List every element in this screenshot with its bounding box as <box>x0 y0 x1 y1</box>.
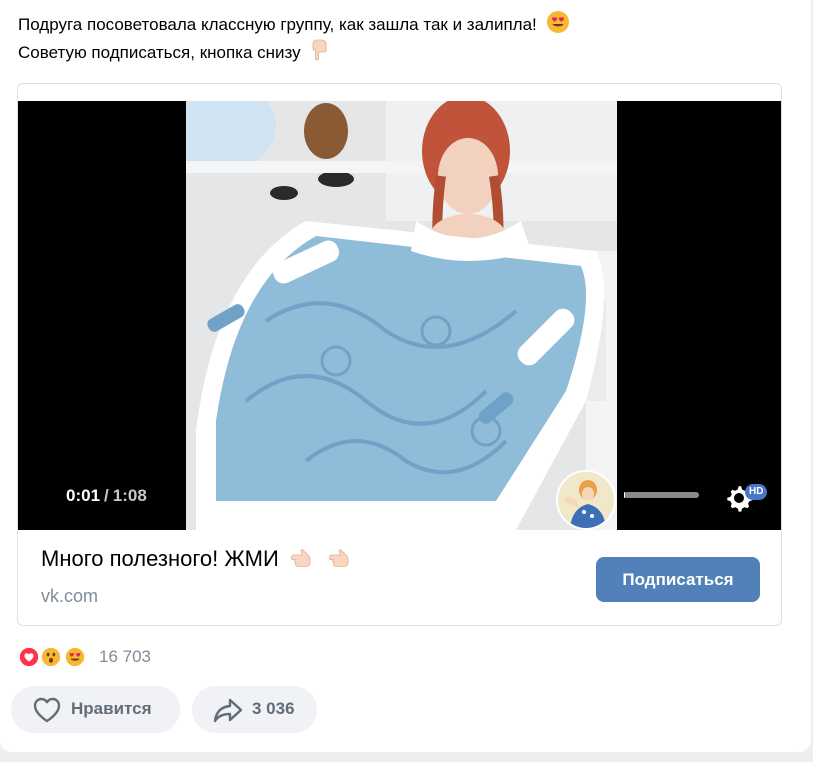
link-card[interactable]: 0:01/1:08 HD Много полезного! ЖМИ vk.com… <box>17 83 782 626</box>
video-duration: 1:08 <box>112 486 147 505</box>
reaction-count[interactable]: 16 703 <box>99 647 151 667</box>
video-timestamp: 0:01/1:08 <box>66 486 147 506</box>
post-card: Подруга посоветовала классную группу, ка… <box>0 0 811 752</box>
video-frame[interactable] <box>186 101 617 530</box>
like-label: Нравится <box>71 699 152 718</box>
video-time-separator: / <box>104 486 109 505</box>
video-progress-bar[interactable] <box>624 492 699 498</box>
video-thumbnail-illustration <box>186 101 617 530</box>
heart-eyes-reaction-icon <box>63 645 87 669</box>
pointing-right-hand-icon <box>290 549 311 567</box>
share-button[interactable]: 3 036 <box>192 686 317 733</box>
channel-avatar[interactable] <box>556 470 616 530</box>
subscribe-button[interactable]: Подписаться <box>596 557 760 602</box>
card-title[interactable]: Много полезного! ЖМИ <box>41 546 355 572</box>
pinup-avatar-icon <box>558 472 614 528</box>
heart-eyes-emoji-icon <box>546 11 569 33</box>
post-text: Подруга посоветовала классную группу, ка… <box>18 10 778 66</box>
heart-outline-icon <box>33 697 61 723</box>
heart-reaction-icon <box>17 645 41 669</box>
share-arrow-icon <box>213 698 243 723</box>
surprised-reaction-icon <box>39 645 63 669</box>
pointing-right-hand-icon-2 <box>329 549 349 567</box>
video-current-time: 0:01 <box>66 486 101 505</box>
post-text-line-1: Подруга посоветовала классную группу, ка… <box>18 10 778 38</box>
video-player[interactable]: 0:01/1:08 HD <box>18 101 781 530</box>
pointing-down-hand-icon <box>313 39 328 61</box>
share-count: 3 036 <box>252 699 295 718</box>
post-text-line-2: Советую подписаться, кнопка снизу <box>18 38 778 66</box>
like-button[interactable]: Нравится <box>11 686 180 733</box>
video-progress-fill <box>624 492 626 498</box>
hd-quality-badge[interactable]: HD <box>745 484 768 500</box>
card-domain[interactable]: vk.com <box>41 586 98 607</box>
